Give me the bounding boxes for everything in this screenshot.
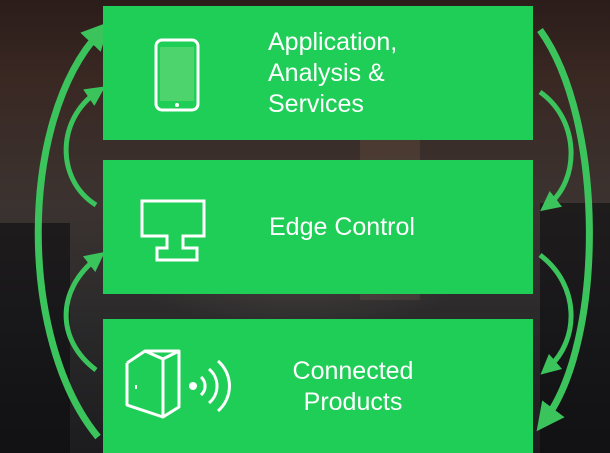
arrow-right-outer xyxy=(536,27,593,432)
layer-label-edge-control: Edge Control xyxy=(269,213,415,241)
arrow-left-inner-bottom xyxy=(63,251,105,372)
diagram-canvas: Application, Analysis & Services Edge Co… xyxy=(0,0,610,453)
smartphone-icon xyxy=(154,38,200,112)
layer-connected-products: Connected Products xyxy=(103,319,533,453)
monitor-icon xyxy=(140,199,206,262)
layer-label-connected-products: Connected Products xyxy=(292,357,414,416)
arrow-right-inner-bottom xyxy=(538,253,574,375)
arrow-left-inner-top xyxy=(63,86,106,208)
arrow-right-inner-top xyxy=(538,89,574,212)
layer-application: Application, Analysis & Services xyxy=(103,6,533,140)
layer-edge-control: Edge Control xyxy=(103,160,533,294)
connected-door-icon xyxy=(125,349,231,419)
arrow-left-outer xyxy=(34,21,110,440)
layer-label-application: Application, Analysis & Services xyxy=(268,28,398,118)
